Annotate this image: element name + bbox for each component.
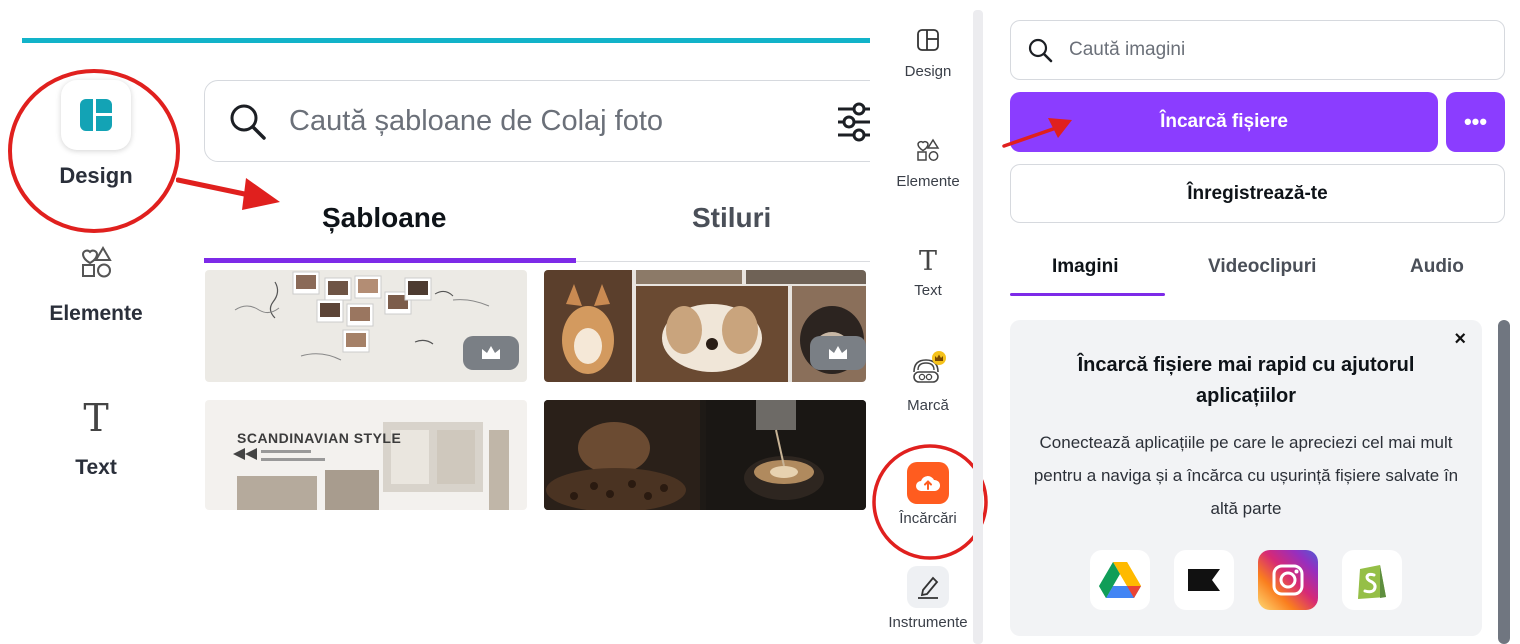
uploads-panel: Caută imagini Încarcă fișiere ••• Înregi… [990, 0, 1520, 644]
premium-badge [463, 336, 519, 370]
template-thumbnail[interactable]: SCANDINAVIAN STYLE [205, 400, 527, 510]
sidebar-item-tools[interactable]: Instrumente [876, 566, 980, 631]
coffee-collage-image [544, 400, 866, 510]
promo-description: Conectează aplicațiile pe care le apreci… [1033, 433, 1459, 518]
tab-templates[interactable]: Șabloane [322, 202, 446, 234]
template-title-text: SCANDINAVIAN STYLE [237, 430, 402, 446]
app-connect-promo: × Încarcă fișiere mai rapid cu ajutorul … [1010, 320, 1482, 636]
search-placeholder: Caută șabloane de Colaj foto [289, 104, 664, 137]
tab-styles[interactable]: Stiluri [692, 202, 771, 234]
crown-icon [829, 346, 847, 359]
image-search-input[interactable]: Caută imagini [1010, 20, 1505, 80]
teal-accent-bar [22, 38, 870, 43]
left-zoom-panel: Design Elemente T Text Caută șabloane de… [0, 0, 870, 510]
app-icons-row [1090, 550, 1402, 610]
sidebar-item-design[interactable]: Design [40, 80, 152, 189]
tab-divider [576, 261, 870, 262]
brand-icon [913, 351, 946, 383]
search-icon [1028, 38, 1053, 63]
dropbox-icon[interactable] [1174, 550, 1234, 610]
search-placeholder: Caută imagini [1069, 39, 1186, 60]
panel-scrollbar[interactable] [1498, 320, 1510, 644]
tab-videos[interactable]: Videoclipuri [1208, 256, 1316, 278]
instagram-icon[interactable] [1258, 550, 1318, 610]
sidebar-item-label: Design [904, 63, 952, 80]
more-options-button[interactable]: ••• [1446, 92, 1505, 152]
cloud-upload-icon [907, 462, 949, 504]
sidebar-item-elements[interactable]: Elemente [876, 138, 980, 190]
sidebar-item-design[interactable]: Design [876, 28, 980, 80]
sidebar-item-label: Text [914, 282, 942, 299]
active-tab-indicator [204, 258, 576, 263]
sidebar-item-label: Design [59, 163, 133, 188]
sidebar-item-label: Marcă [907, 397, 949, 414]
media-tabs: Imagini Videoclipuri Audio [1010, 248, 1505, 298]
text-icon: T [918, 246, 937, 277]
tab-audio[interactable]: Audio [1410, 256, 1464, 278]
sidebar-item-label: Instrumente [888, 614, 968, 631]
sidebar-item-uploads[interactable]: Încărcări [876, 462, 980, 527]
scandinavian-interior-image [233, 422, 509, 510]
shopify-icon[interactable] [1342, 550, 1402, 610]
sidebar-item-label: Elemente [49, 302, 143, 325]
crown-icon [482, 346, 500, 359]
sidebar-item-brand[interactable]: Marcă [876, 350, 980, 414]
promo-title: Încarcă fișiere mai rapid cu ajutorul ap… [1077, 354, 1415, 407]
template-thumbnail[interactable] [544, 400, 866, 510]
template-tabs: Șabloane Stiluri [204, 190, 870, 266]
layout-icon [917, 29, 939, 51]
template-thumbnail[interactable] [544, 270, 866, 382]
active-tab-indicator [1010, 293, 1165, 296]
premium-badge [810, 336, 866, 370]
sidebar-item-text[interactable]: T Text [40, 398, 152, 480]
sidebar-item-text[interactable]: T Text [876, 246, 980, 300]
google-drive-icon[interactable] [1090, 550, 1150, 610]
design-layout-icon [61, 80, 131, 150]
search-icon [230, 104, 266, 140]
template-thumbnail[interactable] [205, 270, 527, 382]
text-icon: T [83, 396, 109, 440]
shapes-icon [81, 246, 112, 278]
signup-button[interactable]: Înregistrează-te [1010, 164, 1505, 223]
upload-files-button[interactable]: Încarcă fișiere [1010, 92, 1438, 152]
template-search-input[interactable]: Caută șabloane de Colaj foto [204, 80, 870, 162]
tab-images[interactable]: Imagini [1052, 256, 1119, 278]
sidebar-item-label: Încărcări [899, 510, 957, 527]
sidebar-item-label: Text [75, 456, 117, 479]
filter-icon[interactable] [835, 99, 870, 145]
editor-sidebar: Design Elemente T Text Marcă Încărcări I… [872, 0, 988, 644]
sidebar-scrollbar[interactable] [973, 10, 983, 644]
draw-icon [907, 566, 949, 608]
sidebar-item-elements[interactable]: Elemente [30, 245, 162, 326]
shapes-icon [917, 138, 940, 161]
close-icon[interactable]: × [1454, 328, 1466, 351]
sidebar-item-label: Elemente [896, 173, 960, 190]
